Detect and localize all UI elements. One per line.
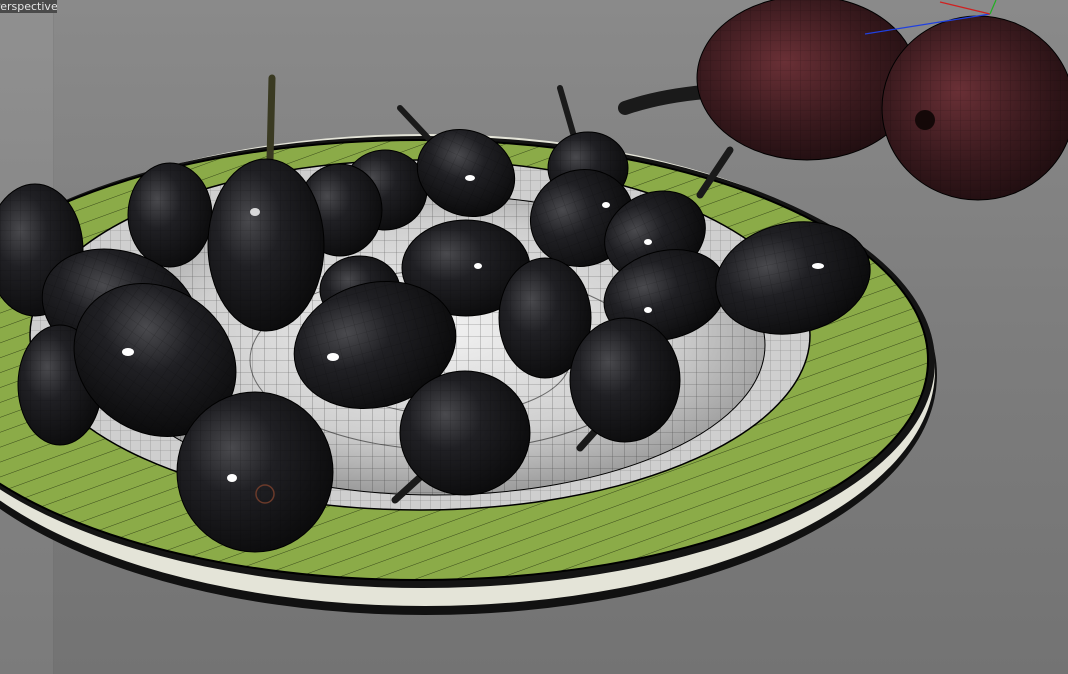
scene-canvas[interactable]: [0, 0, 1068, 674]
viewport-label: Perspective: [0, 0, 57, 13]
3d-viewport[interactable]: Perspective: [0, 0, 1068, 674]
grape[interactable]: [127, 162, 213, 268]
grape[interactable]: [176, 391, 334, 553]
plum[interactable]: [618, 0, 918, 161]
plum[interactable]: [881, 15, 1068, 201]
grape[interactable]: [207, 74, 325, 332]
